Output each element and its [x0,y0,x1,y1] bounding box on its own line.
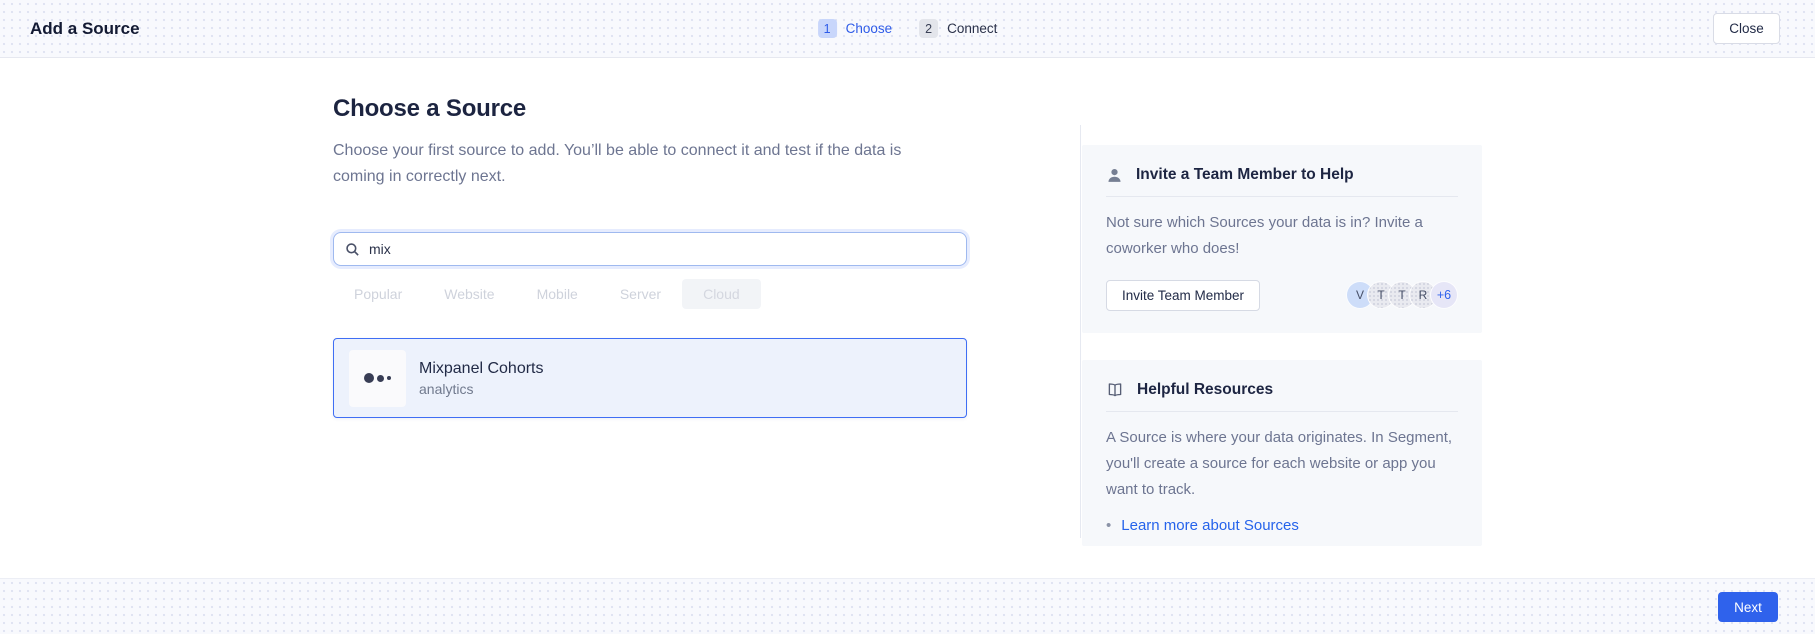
divider [1106,411,1458,412]
tab-cloud[interactable]: Cloud [682,279,761,309]
page-title: Add a Source [30,19,140,39]
step-connect[interactable]: 2 Connect [919,19,997,38]
divider [1106,196,1458,197]
tab-website[interactable]: Website [423,279,515,309]
step-connect-label: Connect [947,21,997,36]
tab-popular[interactable]: Popular [333,279,423,309]
step-choose[interactable]: 1 Choose [818,19,893,38]
source-search-box[interactable] [333,232,967,266]
help-sidebar: Invite a Team Member to Help Not sure wh… [1082,95,1482,578]
add-source-page: Add a Source 1 Choose 2 Connect Close Ch… [0,0,1815,634]
bullet-icon: • [1106,517,1111,534]
header: Add a Source 1 Choose 2 Connect Close [0,0,1815,58]
invite-card-title: Invite a Team Member to Help [1136,166,1354,184]
close-button[interactable]: Close [1713,13,1780,44]
sidebar-divider-line [1080,125,1081,538]
avatar-overflow-count: +6 [1430,281,1458,309]
team-avatars: V T T R +6 [1346,281,1458,309]
next-button[interactable]: Next [1718,592,1778,622]
invite-team-member-card: Invite a Team Member to Help Not sure wh… [1082,145,1482,333]
resources-card-title: Helpful Resources [1137,381,1273,399]
learn-more-sources-link[interactable]: Learn more about Sources [1121,517,1299,534]
tab-server[interactable]: Server [599,279,682,309]
person-icon [1106,167,1123,184]
resources-card-body: A Source is where your data originates. … [1106,425,1458,504]
step-connect-number: 2 [919,19,938,38]
source-picker-column: Choose a Source Choose your first source… [333,95,967,578]
choose-source-heading: Choose a Source [333,95,967,123]
mixpanel-cohorts-logo-icon [349,350,406,407]
resource-list-item: • Learn more about Sources [1106,517,1458,534]
main-content: Choose a Source Choose your first source… [0,58,1815,578]
invite-card-body: Not sure which Sources your data is in? … [1106,210,1458,263]
step-choose-label: Choose [846,21,893,36]
source-card-title: Mixpanel Cohorts [419,360,544,378]
search-input[interactable] [369,241,955,257]
step-choose-number: 1 [818,19,837,38]
category-tabs: Popular Website Mobile Server Cloud [333,279,967,309]
helpful-resources-card: Helpful Resources A Source is where your… [1082,360,1482,547]
invite-team-member-button[interactable]: Invite Team Member [1106,280,1260,311]
stepper: 1 Choose 2 Connect [818,19,998,38]
search-icon [345,242,360,257]
open-book-icon [1106,381,1124,399]
footer: Next [0,578,1815,634]
source-card-category: analytics [419,381,544,397]
source-card-text: Mixpanel Cohorts analytics [419,360,544,397]
tab-mobile[interactable]: Mobile [516,279,599,309]
source-card-mixpanel-cohorts[interactable]: Mixpanel Cohorts analytics [333,338,967,418]
choose-source-description: Choose your first source to add. You’ll … [333,138,931,189]
